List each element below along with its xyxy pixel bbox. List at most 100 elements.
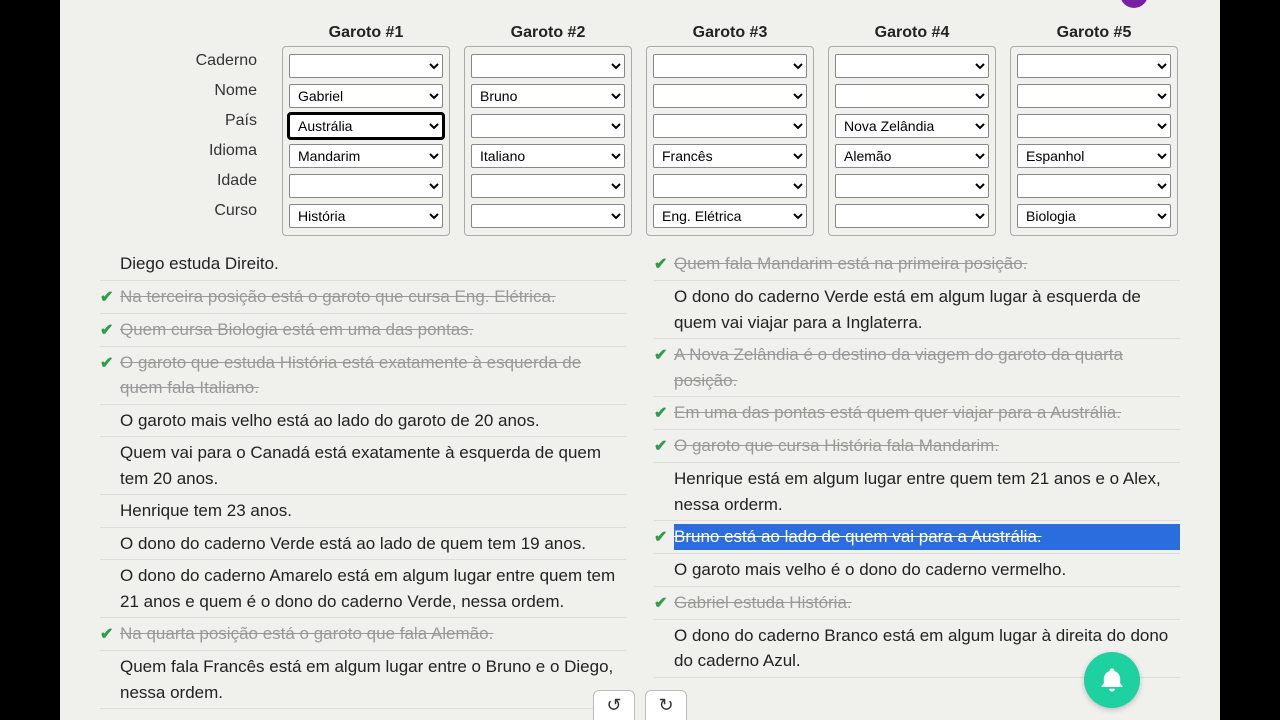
boy-box-3: Francês Eng. Elétrica	[646, 46, 814, 236]
select-caderno-5[interactable]	[1017, 54, 1171, 78]
check-icon	[654, 284, 674, 286]
select-idade-5[interactable]	[1017, 174, 1171, 198]
corner-accent	[1120, 0, 1148, 8]
select-nome-2[interactable]: Bruno	[471, 84, 625, 108]
clue-text: O garoto que cursa História fala Mandari…	[674, 433, 1180, 459]
clue-item[interactable]: O garoto mais velho está ao lado do garo…	[100, 405, 626, 438]
clue-item[interactable]: ✔O garoto que cursa História fala Mandar…	[654, 430, 1180, 463]
clue-item[interactable]: ✔Gabriel estuda História.	[654, 587, 1180, 620]
clue-item[interactable]: ✔Na terceira posição está o garoto que c…	[100, 281, 626, 314]
notification-bell-button[interactable]	[1084, 652, 1140, 708]
check-icon: ✔	[654, 433, 674, 459]
select-pais-4[interactable]: Nova Zelândia	[835, 114, 989, 138]
select-curso-4[interactable]	[835, 204, 989, 228]
boy-column-3: Garoto #3 Francês Eng. Elétrica	[641, 20, 819, 236]
bell-icon	[1098, 666, 1126, 694]
check-icon	[100, 563, 120, 565]
clue-item[interactable]: Henrique tem 23 anos.	[100, 495, 626, 528]
clues-left-column: Diego estuda Direito.✔Na terceira posiçã…	[100, 248, 626, 709]
boy-column-1: Garoto #1 Gabriel Austrália Mandarim His…	[277, 20, 455, 236]
row-label-idade: Idade	[217, 166, 257, 196]
check-icon: ✔	[100, 621, 120, 647]
select-idade-2[interactable]	[471, 174, 625, 198]
check-icon: ✔	[654, 590, 674, 616]
boy-header-4: Garoto #4	[875, 20, 950, 46]
clue-item[interactable]: ✔Quem cursa Biologia está em uma das pon…	[100, 314, 626, 347]
check-icon	[100, 251, 120, 253]
clues-right-column: ✔Quem fala Mandarim está na primeira pos…	[654, 248, 1180, 709]
select-caderno-3[interactable]	[653, 54, 807, 78]
row-label-idioma: Idioma	[209, 136, 257, 166]
select-pais-1[interactable]: Austrália	[289, 114, 443, 138]
clue-text: O garoto mais velho é o dono do caderno …	[674, 557, 1180, 583]
select-nome-5[interactable]	[1017, 84, 1171, 108]
clue-text: Bruno está ao lado de quem vai para a Au…	[674, 524, 1180, 550]
boy-box-1: Gabriel Austrália Mandarim História	[282, 46, 450, 236]
row-labels-column: Caderno Nome País Idioma Idade Curso	[95, 20, 275, 236]
select-nome-1[interactable]: Gabriel	[289, 84, 443, 108]
clue-item[interactable]: ✔Na quarta posição está o garoto que fal…	[100, 618, 626, 651]
undo-button[interactable]: ↺	[593, 690, 635, 720]
select-curso-1[interactable]: História	[289, 204, 443, 228]
select-idade-4[interactable]	[835, 174, 989, 198]
check-icon: ✔	[654, 524, 674, 550]
select-curso-2[interactable]	[471, 204, 625, 228]
select-idade-3[interactable]	[653, 174, 807, 198]
clue-text: Quem fala Mandarim está na primeira posi…	[674, 251, 1180, 277]
clue-item[interactable]: O garoto mais velho é o dono do caderno …	[654, 554, 1180, 587]
boy-column-4: Garoto #4 Nova Zelândia Alemão	[823, 20, 1001, 236]
clue-item[interactable]: ✔Quem fala Mandarim está na primeira pos…	[654, 248, 1180, 281]
select-idioma-3[interactable]: Francês	[653, 144, 807, 168]
select-pais-2[interactable]	[471, 114, 625, 138]
select-pais-5[interactable]	[1017, 114, 1171, 138]
clue-item[interactable]: ✔O garoto que estuda História está exata…	[100, 347, 626, 405]
clue-text: Em uma das pontas está quem quer viajar …	[674, 400, 1180, 426]
select-curso-5[interactable]: Biologia	[1017, 204, 1171, 228]
clue-text: O dono do caderno Verde está em algum lu…	[674, 284, 1180, 335]
check-icon	[654, 623, 674, 625]
clue-text: O dono do caderno Amarelo está em algum …	[120, 563, 626, 614]
clue-item[interactable]: O dono do caderno Verde está ao lado de …	[100, 528, 626, 561]
clue-text: Na quarta posição está o garoto que fala…	[120, 621, 626, 647]
clue-item[interactable]: Quem fala Francês está em algum lugar en…	[100, 651, 626, 709]
check-icon	[100, 654, 120, 656]
check-icon	[100, 531, 120, 533]
puzzle-page: Caderno Nome País Idioma Idade Curso Gar…	[60, 0, 1220, 720]
clue-item[interactable]: ✔Bruno está ao lado de quem vai para a A…	[654, 521, 1180, 554]
select-caderno-1[interactable]	[289, 54, 443, 78]
clue-item[interactable]: O dono do caderno Verde está em algum lu…	[654, 281, 1180, 339]
check-icon: ✔	[100, 317, 120, 343]
clues-area: Diego estuda Direito.✔Na terceira posiçã…	[60, 248, 1220, 709]
check-icon: ✔	[654, 400, 674, 426]
select-idade-1[interactable]	[289, 174, 443, 198]
select-curso-3[interactable]: Eng. Elétrica	[653, 204, 807, 228]
clue-item[interactable]: ✔Em uma das pontas está quem quer viajar…	[654, 397, 1180, 430]
select-caderno-4[interactable]	[835, 54, 989, 78]
select-nome-4[interactable]	[835, 84, 989, 108]
check-icon	[100, 440, 120, 442]
boy-box-2: Bruno Italiano	[464, 46, 632, 236]
select-idioma-5[interactable]: Espanhol	[1017, 144, 1171, 168]
row-label-caderno: Caderno	[196, 46, 257, 76]
check-icon: ✔	[654, 251, 674, 277]
select-pais-3[interactable]	[653, 114, 807, 138]
check-icon: ✔	[100, 284, 120, 310]
select-nome-3[interactable]	[653, 84, 807, 108]
select-idioma-4[interactable]: Alemão	[835, 144, 989, 168]
select-idioma-1[interactable]: Mandarim	[289, 144, 443, 168]
boy-header-1: Garoto #1	[329, 20, 404, 46]
row-label-pais: País	[225, 106, 257, 136]
boy-header-2: Garoto #2	[511, 20, 586, 46]
clue-item[interactable]: O dono do caderno Amarelo está em algum …	[100, 560, 626, 618]
clue-item[interactable]: Diego estuda Direito.	[100, 248, 626, 281]
boy-header-5: Garoto #5	[1057, 20, 1132, 46]
select-idioma-2[interactable]: Italiano	[471, 144, 625, 168]
clue-text: Quem fala Francês está em algum lugar en…	[120, 654, 626, 705]
clue-text: O dono do caderno Verde está ao lado de …	[120, 531, 626, 557]
check-icon	[100, 408, 120, 410]
clue-item[interactable]: ✔A Nova Zelândia é o destino da viagem d…	[654, 339, 1180, 397]
clue-item[interactable]: Quem vai para o Canadá está exatamente à…	[100, 437, 626, 495]
clue-item[interactable]: Henrique está em algum lugar entre quem …	[654, 463, 1180, 521]
select-caderno-2[interactable]	[471, 54, 625, 78]
redo-button[interactable]: ↻	[645, 690, 687, 720]
